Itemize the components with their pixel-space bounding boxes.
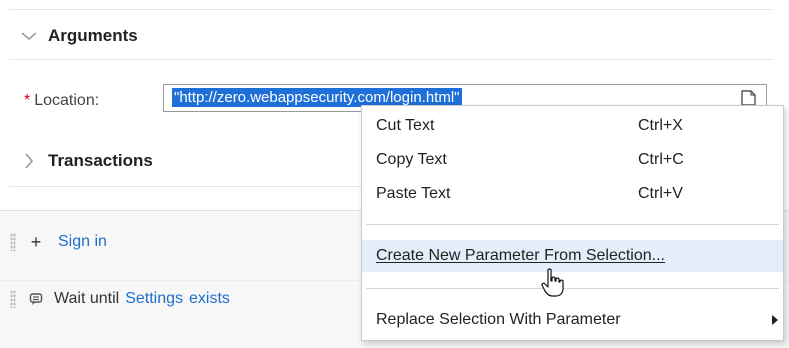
menu-item-label: Replace Selection With Parameter xyxy=(376,311,621,328)
exists-link[interactable]: exists xyxy=(189,290,230,308)
settings-link[interactable]: Settings xyxy=(125,290,183,308)
drag-grip-icon[interactable] xyxy=(10,290,16,308)
wait-icon xyxy=(26,292,46,306)
menu-item-shortcut: Ctrl+V xyxy=(638,185,683,202)
submenu-arrow-icon xyxy=(772,315,778,325)
menu-item-create-new-parameter[interactable]: Create New Parameter From Selection... xyxy=(362,240,783,272)
menu-item-label: Cut Text xyxy=(376,117,435,134)
menu-separator xyxy=(366,224,779,225)
menu-item-label: Paste Text xyxy=(376,185,451,202)
transactions-title: Transactions xyxy=(48,151,153,170)
location-label-row: * Location: xyxy=(24,88,99,114)
menu-item-shortcut: Ctrl+C xyxy=(638,151,684,168)
chevron-down-icon[interactable] xyxy=(18,25,40,47)
required-marker: * xyxy=(24,92,31,109)
menu-separator xyxy=(366,288,779,289)
wait-until-label: Wait until xyxy=(54,290,120,307)
arguments-title: Arguments xyxy=(48,26,138,45)
menu-item-cut-text[interactable]: Cut Text Ctrl+X xyxy=(362,110,783,142)
location-label: Location: xyxy=(34,92,100,109)
sign-in-link[interactable]: Sign in xyxy=(58,233,107,251)
menu-item-paste-text[interactable]: Paste Text Ctrl+V xyxy=(362,178,783,210)
drag-grip-icon[interactable] xyxy=(10,233,16,251)
chevron-right-icon[interactable] xyxy=(18,150,40,172)
hand-cursor-icon xyxy=(541,268,565,298)
menu-item-label: Copy Text xyxy=(376,151,447,168)
arguments-divider xyxy=(9,59,773,60)
top-divider xyxy=(9,9,773,10)
plus-icon[interactable]: + xyxy=(26,232,46,253)
menu-item-shortcut: Ctrl+X xyxy=(638,117,683,134)
menu-item-label: Create New Parameter From Selection... xyxy=(376,247,665,264)
transactions-section-header[interactable]: Transactions xyxy=(18,150,153,172)
menu-item-replace-selection[interactable]: Replace Selection With Parameter xyxy=(362,304,783,336)
menu-item-copy-text[interactable]: Copy Text Ctrl+C xyxy=(362,144,783,176)
context-menu: Cut Text Ctrl+X Copy Text Ctrl+C Paste T… xyxy=(361,105,784,341)
arguments-section-header[interactable]: Arguments xyxy=(18,25,138,47)
